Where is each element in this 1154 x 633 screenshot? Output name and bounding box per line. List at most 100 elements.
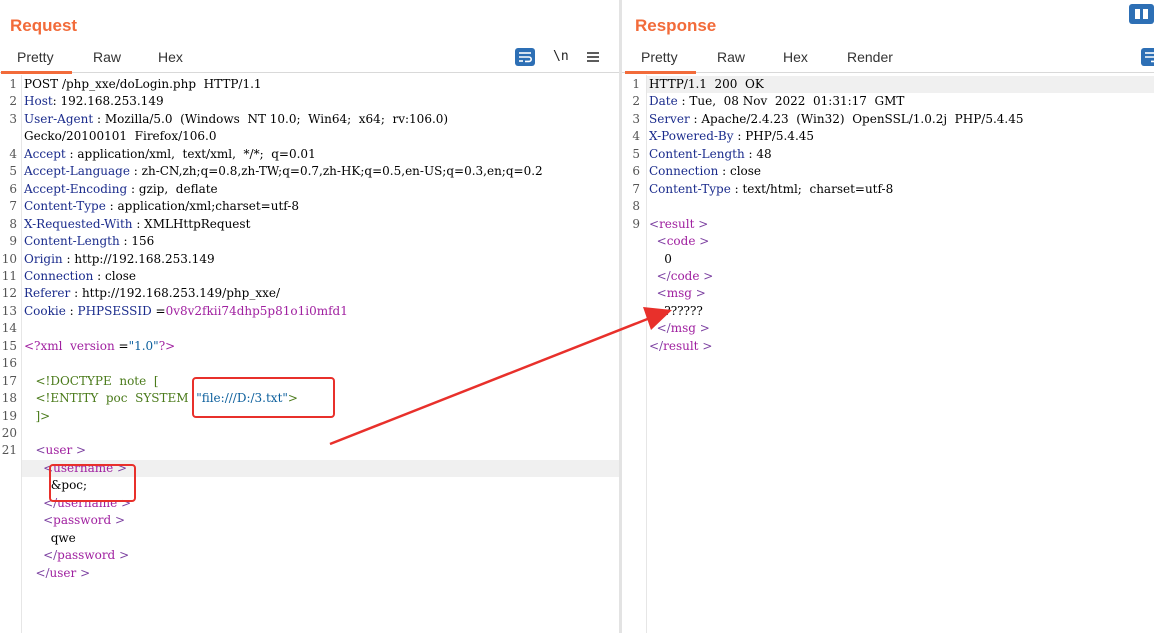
line-number: 1 — [9, 77, 17, 91]
code-text: POST /php_xxe/doLogin.php HTTP/1.1 — [24, 76, 262, 93]
layout-toggle-icon[interactable] — [1129, 4, 1154, 29]
code-text: Gecko/20100101 Firefox/106.0 — [24, 128, 217, 145]
code-token: : http://192.168.253.149 — [62, 251, 215, 266]
line-number: 8 — [9, 216, 17, 231]
code-text: <?xml version ="1.0"?> — [24, 338, 175, 355]
response-tab-hex[interactable]: Hex — [783, 49, 808, 65]
code-token: msg — [666, 286, 692, 301]
code-token: password — [57, 548, 116, 563]
code-token: qwe — [24, 530, 76, 545]
code-token: PHPSESSID — [77, 303, 152, 318]
request-code-line: 2 Host: 192.168.253.149 — [9, 93, 619, 110]
line-number: 14 — [1, 321, 17, 336]
code-token: < — [24, 443, 46, 458]
code-text: </result > — [649, 338, 712, 355]
code-text: HTTP/1.1 200 OK — [649, 76, 764, 93]
line-number: 2 — [632, 94, 640, 109]
code-token: Date — [649, 94, 678, 109]
request-code-line: </user > — [22, 565, 619, 582]
code-token: : text/html; charset=utf-8 — [730, 181, 894, 196]
response-pane: Response Pretty Raw Hex Render 1 HTTP/1.1… — [622, 0, 1154, 633]
code-token: result — [663, 338, 699, 353]
response-code-line: 5 Content-Length : 48 — [632, 146, 1154, 163]
word-wrap-icon[interactable] — [515, 48, 535, 71]
request-code-line: Gecko/20100101 Firefox/106.0 — [22, 128, 619, 145]
line-number: 13 — [1, 303, 17, 318]
code-token: </ — [649, 268, 671, 283]
code-token: HTTP/1.1 200 OK — [649, 77, 764, 91]
code-text: Origin : http://192.168.253.149 — [24, 251, 215, 268]
code-token: > — [698, 338, 713, 353]
code-token: > — [115, 548, 130, 563]
newline-toggle-icon[interactable]: \n — [553, 49, 569, 64]
code-text: Accept-Encoding : gzip, deflate — [24, 181, 218, 198]
line-number: 9 — [9, 234, 17, 249]
code-token: ?> — [158, 338, 176, 353]
request-tab-raw[interactable]: Raw — [93, 49, 121, 65]
poc-highlight-box — [49, 464, 136, 502]
line-number: 17 — [1, 373, 17, 388]
line-number: 12 — [1, 286, 17, 301]
code-token: result — [659, 216, 695, 231]
code-text: </code > — [649, 268, 714, 285]
line-number: 4 — [9, 146, 17, 161]
code-text: Host: 192.168.253.149 — [24, 93, 164, 110]
request-tab-hex[interactable]: Hex — [158, 49, 183, 65]
response-tab-render[interactable]: Render — [847, 49, 893, 65]
request-editor[interactable]: 1 POST /php_xxe/doLogin.php HTTP/1.1 2 Host… — [0, 75, 619, 633]
code-token: > — [699, 268, 714, 283]
menu-icon[interactable] — [587, 50, 599, 68]
code-token: </ — [24, 548, 58, 563]
code-token: Content-Type — [24, 199, 106, 214]
code-token: Content-Length — [24, 234, 120, 249]
code-token: > — [72, 443, 87, 458]
code-text: Accept : application/xml, text/xml, */*;… — [24, 146, 316, 163]
code-token: <?xml — [24, 338, 71, 353]
response-code-line: 9 <result > — [632, 216, 1154, 233]
response-code-line: 7 Content-Type : text/html; charset=utf-8 — [632, 181, 1154, 198]
code-token: : Apache/2.4.23 (Win32) OpenSSL/1.0.2j P… — [689, 111, 1024, 126]
request-code-line: 11 Connection : close — [2, 268, 619, 285]
line-number: 6 — [9, 181, 17, 196]
response-editor[interactable]: 1 HTTP/1.1 200 OK 2 Date : Tue, 08 Nov 2022… — [622, 75, 1154, 633]
code-token: user — [49, 565, 77, 580]
line-number: 11 — [1, 268, 17, 283]
code-token: </ — [649, 321, 671, 336]
code-token: : 192.168.253.149 — [52, 94, 164, 109]
code-text: <password > — [24, 512, 125, 529]
code-text: qwe — [24, 530, 76, 547]
line-number: 4 — [632, 129, 640, 144]
response-code-line: </result > — [647, 338, 1154, 355]
code-token: Referer — [24, 286, 71, 301]
line-number: 16 — [1, 356, 17, 371]
code-token: msg — [670, 321, 696, 336]
response-tab-raw[interactable]: Raw — [717, 49, 745, 65]
entity-highlight-box — [192, 377, 335, 418]
response-title: Response — [635, 16, 717, 35]
response-tab-pretty[interactable]: Pretty — [625, 49, 695, 74]
line-number: 3 — [632, 111, 640, 126]
code-token: </ — [649, 338, 664, 353]
request-code-line: <password > — [22, 512, 619, 529]
code-text: </password > — [24, 547, 129, 564]
code-token: user — [45, 443, 73, 458]
response-tabs: Pretty Raw Hex Render — [622, 44, 1154, 74]
code-text: ?????? — [649, 303, 703, 320]
code-token: code — [666, 234, 696, 249]
code-token: <!ENTITY poc SYSTEM — [24, 391, 197, 406]
line-number: 19 — [1, 408, 17, 423]
code-token: : — [65, 303, 78, 318]
code-token: > — [691, 286, 706, 301]
code-token: password — [53, 513, 112, 528]
code-token: = — [151, 303, 166, 318]
request-code-line: 15 <?xml version ="1.0"?> — [2, 338, 619, 355]
line-number: 7 — [9, 199, 17, 214]
code-token: Gecko/20100101 Firefox/106.0 — [24, 129, 217, 144]
code-token: > — [76, 565, 91, 580]
request-code-line: 21 <user > — [2, 442, 619, 459]
code-token: version — [70, 338, 115, 353]
response-word-wrap-icon[interactable] — [1141, 48, 1154, 71]
request-tab-pretty[interactable]: Pretty — [1, 49, 71, 74]
response-code-line: 1 HTTP/1.1 200 OK — [632, 76, 1154, 93]
code-text: Date : Tue, 08 Nov 2022 01:31:17 GMT — [649, 93, 904, 110]
